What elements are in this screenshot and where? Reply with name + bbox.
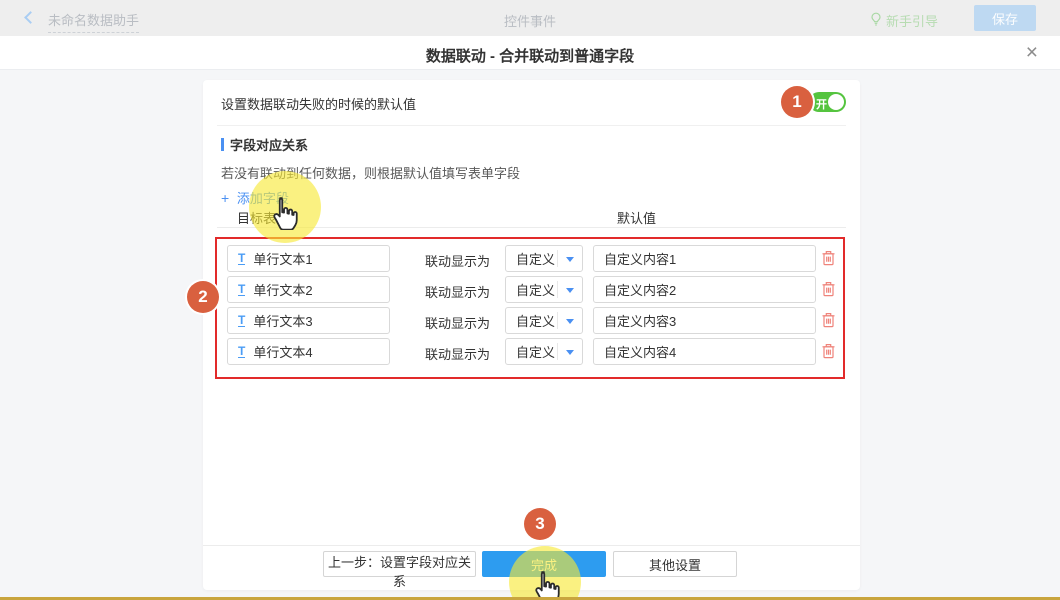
modal-body: 设置数据联动失败的时候的默认值 开 1 字段对应关系 若没有联动到任何数据，则根… [0, 70, 1060, 600]
field-mapping-section-title: 字段对应关系 [221, 135, 308, 154]
mapping-row: T 单行文本2 联动显示为 自定义 [203, 276, 860, 303]
default-value-input[interactable] [593, 245, 816, 272]
delete-row-button[interactable] [820, 250, 836, 267]
trash-icon [821, 347, 836, 362]
relation-label: 联动显示为 [425, 344, 490, 363]
relation-label: 联动显示为 [425, 282, 490, 301]
chevron-down-icon [566, 288, 574, 293]
select-divider [557, 281, 558, 298]
chevron-down-icon [566, 350, 574, 355]
mapping-row: T 单行文本1 联动显示为 自定义 [203, 245, 860, 272]
delete-row-button[interactable] [820, 312, 836, 329]
mode-selected-value: 自定义 [516, 249, 555, 268]
value-mode-select[interactable]: 自定义 [505, 338, 583, 365]
default-setting-label: 设置数据联动失败的时候的默认值 [221, 94, 416, 113]
value-mode-select[interactable]: 自定义 [505, 276, 583, 303]
relation-label: 联动显示为 [425, 313, 490, 332]
section-divider [217, 125, 846, 126]
other-settings-button[interactable]: 其他设置 [613, 551, 737, 577]
default-value-input[interactable] [593, 307, 816, 334]
default-value-toggle[interactable]: 开 [809, 92, 846, 112]
target-field-selector[interactable]: T 单行文本4 [227, 338, 390, 365]
text-field-icon: T [238, 345, 245, 358]
trash-icon [821, 254, 836, 269]
delete-row-button[interactable] [820, 343, 836, 360]
text-field-icon: T [238, 252, 245, 265]
value-mode-select[interactable]: 自定义 [505, 245, 583, 272]
done-button[interactable]: 完成 [482, 551, 606, 577]
section-title-text: 字段对应关系 [230, 135, 308, 154]
toggle-on-label: 开 [816, 96, 827, 112]
guide-step-badge-3: 3 [524, 508, 556, 540]
delete-row-button[interactable] [820, 281, 836, 298]
default-value-input[interactable] [593, 276, 816, 303]
field-mapping-description: 若没有联动到任何数据，则根据默认值填写表单字段 [221, 163, 520, 182]
settings-card: 设置数据联动失败的时候的默认值 开 1 字段对应关系 若没有联动到任何数据，则根… [203, 80, 860, 590]
column-header-target-form: 目标表单 [237, 208, 289, 227]
plus-icon: + [221, 190, 229, 206]
mode-selected-value: 自定义 [516, 311, 555, 330]
close-icon[interactable]: × [1026, 40, 1038, 66]
toggle-knob [828, 94, 844, 110]
column-header-default-value: 默认值 [617, 208, 656, 227]
mode-selected-value: 自定义 [516, 280, 555, 299]
chevron-down-icon [566, 257, 574, 262]
guide-step-badge-2: 2 [187, 281, 219, 313]
guide-bulb-icon [870, 12, 882, 30]
add-field-link[interactable]: + 添加字段 [221, 188, 289, 207]
section-accent-bar [221, 138, 224, 151]
mapping-row: T 单行文本4 联动显示为 自定义 [203, 338, 860, 365]
save-button[interactable]: 保存 [974, 5, 1036, 31]
add-field-label: 添加字段 [237, 191, 289, 206]
modal-header: 数据联动 - 合并联动到普通字段 × [0, 36, 1060, 70]
chevron-down-icon [566, 319, 574, 324]
footer-divider [203, 545, 860, 546]
relation-label: 联动显示为 [425, 251, 490, 270]
target-field-label: 单行文本1 [253, 249, 312, 268]
value-mode-select[interactable]: 自定义 [505, 307, 583, 334]
mapping-row: T 单行文本3 联动显示为 自定义 [203, 307, 860, 334]
guide-step-badge-1: 1 [781, 86, 813, 118]
text-field-icon: T [238, 283, 245, 296]
modal-title: 数据联动 - 合并联动到普通字段 [0, 45, 1060, 66]
default-value-input[interactable] [593, 338, 816, 365]
beginner-guide-link[interactable]: 新手引导 [870, 11, 938, 30]
top-bar: 未命名数据助手 控件事件 新手引导 保存 [0, 0, 1060, 36]
text-field-icon: T [238, 314, 245, 327]
mode-selected-value: 自定义 [516, 342, 555, 361]
trash-icon [821, 285, 836, 300]
select-divider [557, 250, 558, 267]
trash-icon [821, 316, 836, 331]
target-field-selector[interactable]: T 单行文本1 [227, 245, 390, 272]
select-divider [557, 312, 558, 329]
target-field-label: 单行文本3 [253, 311, 312, 330]
previous-step-button[interactable]: 上一步：设置字段对应关系 [323, 551, 476, 577]
select-divider [557, 343, 558, 360]
target-field-selector[interactable]: T 单行文本3 [227, 307, 390, 334]
guide-label: 新手引导 [886, 11, 938, 30]
target-field-selector[interactable]: T 单行文本2 [227, 276, 390, 303]
target-field-label: 单行文本2 [253, 280, 312, 299]
target-field-label: 单行文本4 [253, 342, 312, 361]
header-divider [217, 227, 846, 228]
